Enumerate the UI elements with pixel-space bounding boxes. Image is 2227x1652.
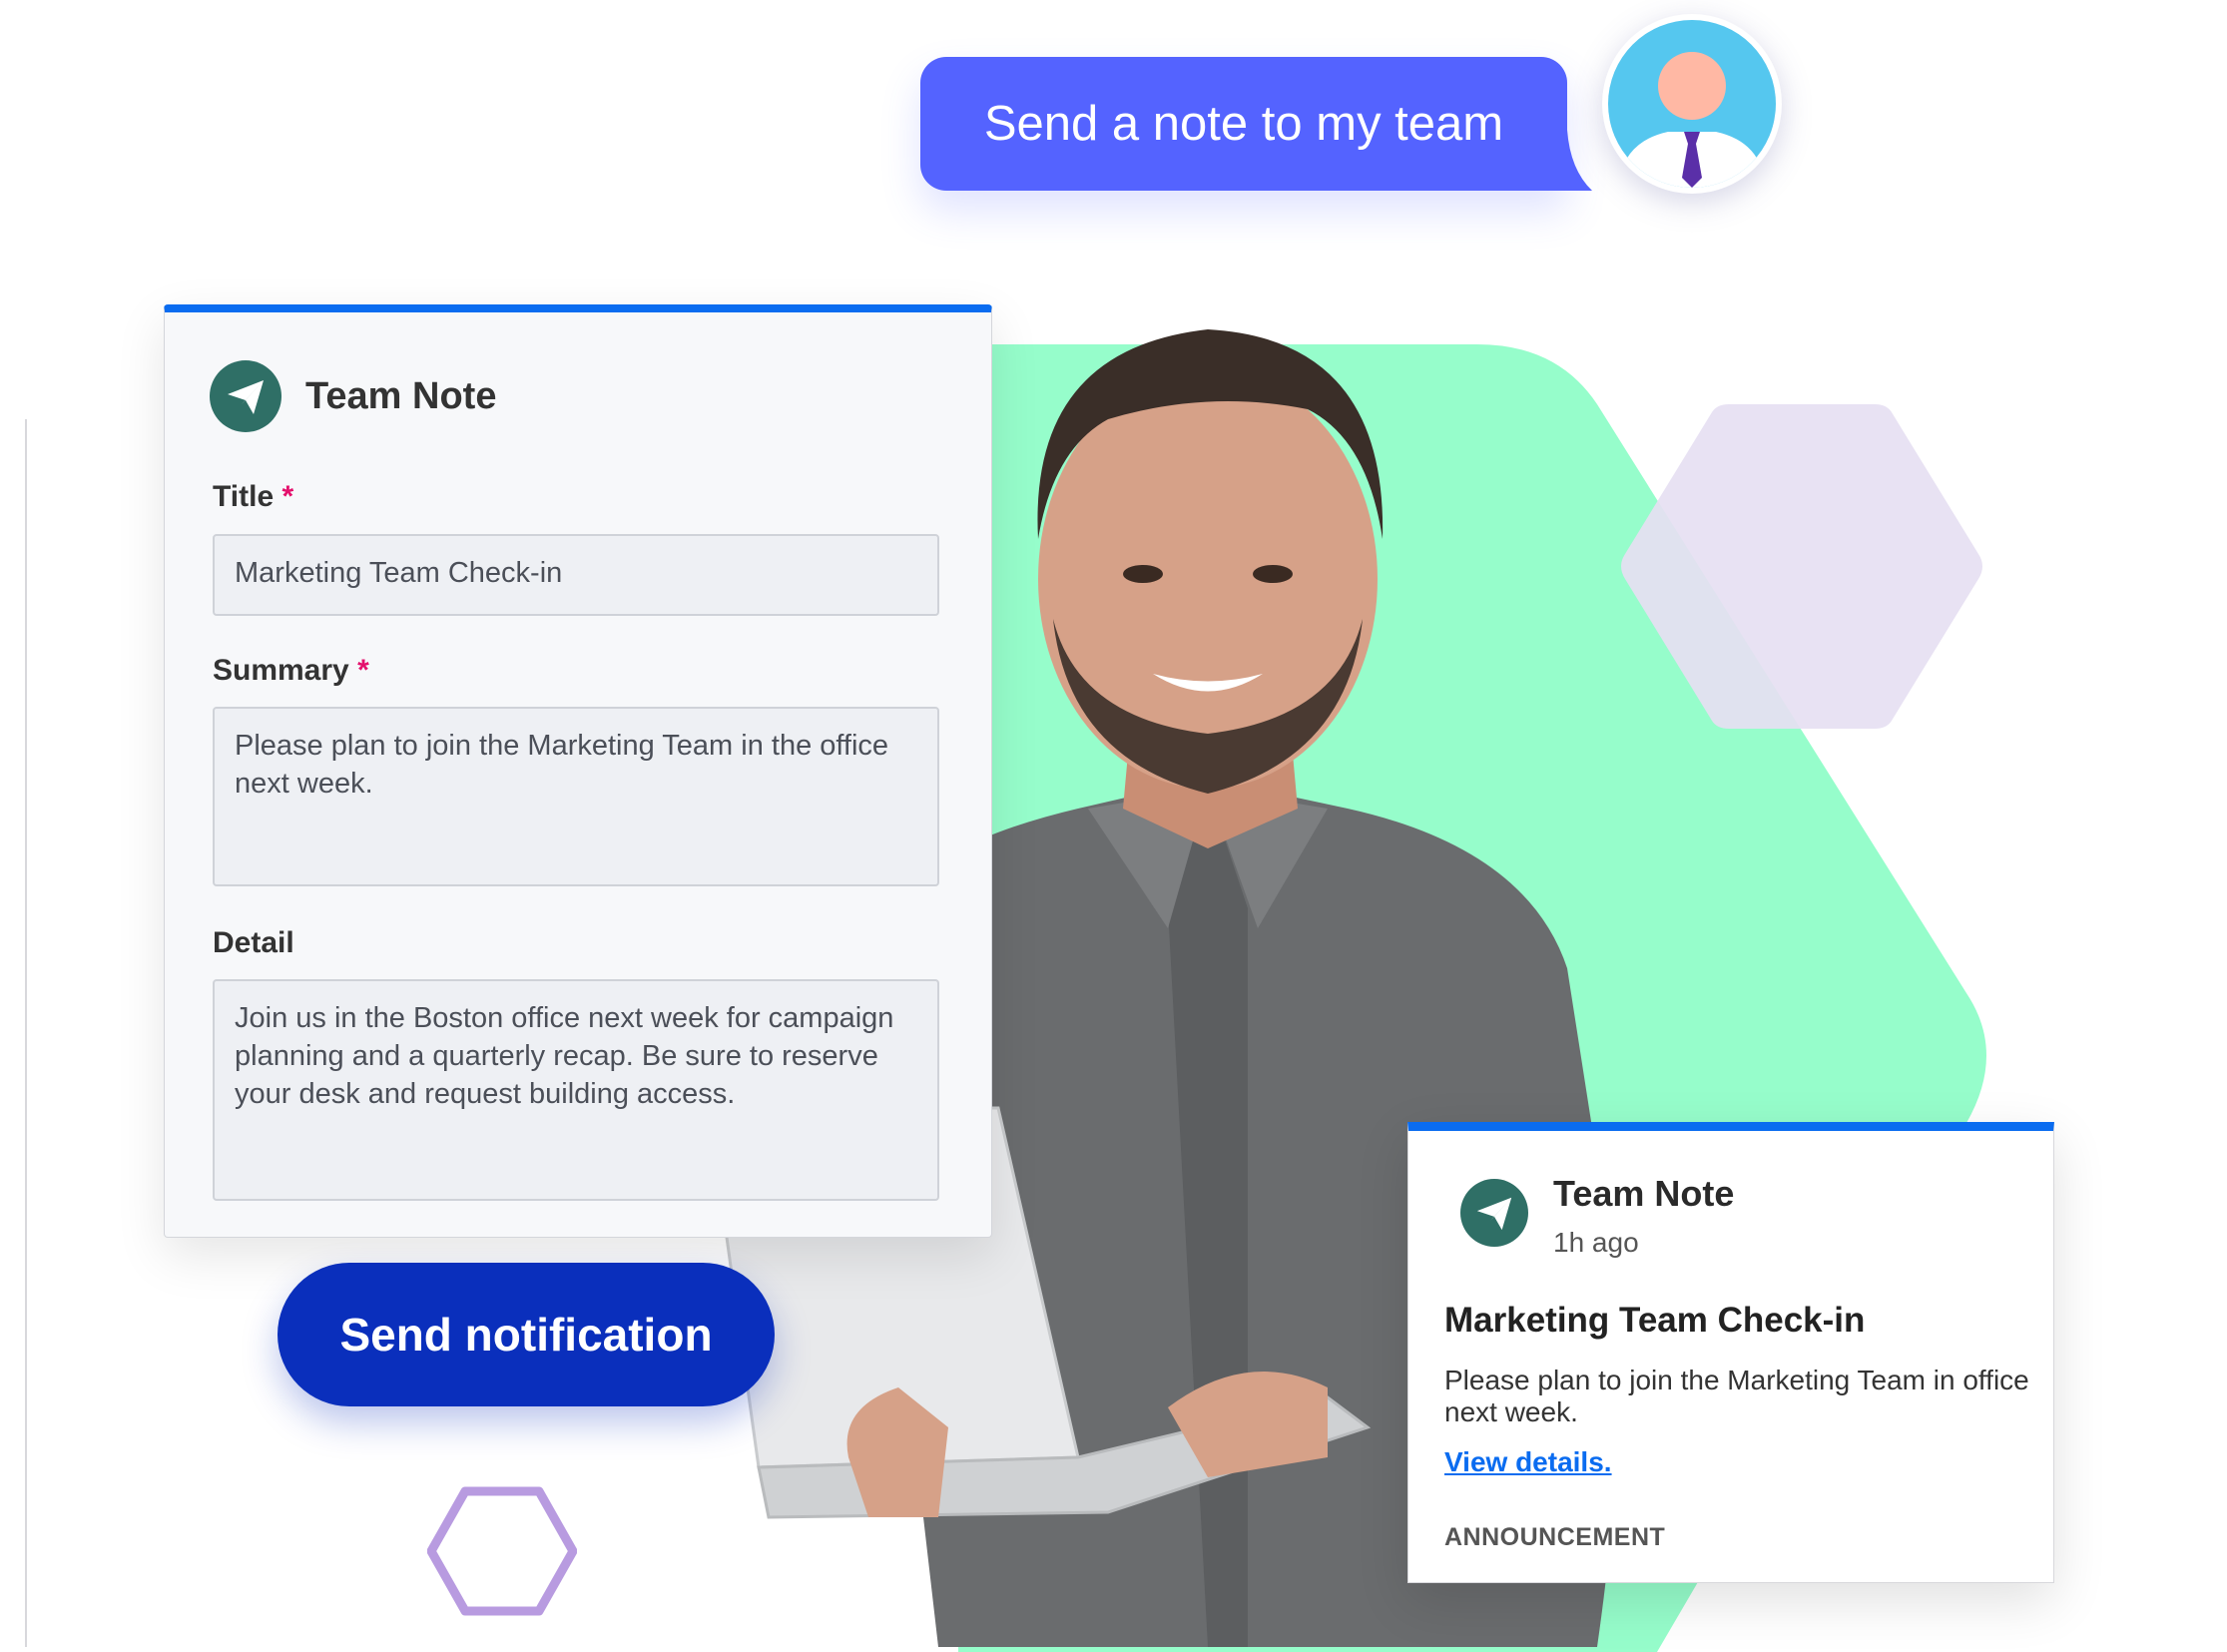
title-input[interactable]: Marketing Team Check-in — [213, 534, 939, 616]
form-header: Team Note — [210, 360, 496, 432]
chat-message-text: Send a note to my team — [983, 97, 1504, 151]
detail-field-label: Detail — [213, 926, 294, 960]
user-avatar — [1602, 14, 1782, 194]
notification-heading: Marketing Team Check-in — [1444, 1301, 1866, 1340]
required-marker: * — [281, 480, 294, 513]
form-title: Team Note — [305, 374, 497, 417]
summary-label-text: Summary — [213, 654, 349, 687]
title-input-value: Marketing Team Check-in — [235, 557, 563, 589]
notification-tag: ANNOUNCEMENT — [1444, 1523, 1666, 1551]
send-notification-button[interactable]: Send notification — [278, 1263, 775, 1406]
title-label-text: Title — [213, 480, 275, 513]
user-avatar-icon — [1608, 20, 1776, 188]
detail-label-text: Detail — [213, 926, 294, 959]
detail-textarea[interactable]: Join us in the Boston office next week f… — [213, 979, 939, 1201]
notification-app-name: Team Note — [1553, 1173, 1735, 1214]
bubble-tail — [1542, 130, 1592, 191]
title-field-label: Title * — [213, 480, 293, 514]
chat-message-bubble: Send a note to my team — [920, 57, 1567, 191]
send-notification-label: Send notification — [339, 1309, 713, 1361]
notification-timestamp: 1h ago — [1553, 1227, 1639, 1258]
outline-hexagon-shape — [427, 1486, 577, 1616]
team-note-form-card: Team Note Title * Marketing Team Check-i… — [164, 304, 992, 1238]
detail-textarea-value: Join us in the Boston office next week f… — [235, 1002, 894, 1110]
view-details-link[interactable]: View details. — [1444, 1446, 1612, 1478]
required-marker: * — [357, 654, 369, 687]
left-divider-line — [25, 419, 27, 1647]
summary-field-label: Summary * — [213, 654, 369, 688]
paper-plane-icon — [210, 360, 281, 432]
summary-textarea-value: Please plan to join the Marketing Team i… — [235, 730, 889, 800]
summary-textarea[interactable]: Please plan to join the Marketing Team i… — [213, 707, 939, 886]
paper-plane-icon — [1460, 1179, 1528, 1247]
notification-body: Please plan to join the Marketing Team i… — [1444, 1365, 2029, 1427]
notification-card[interactable]: Team Note 1h ago Marketing Team Check-in… — [1407, 1122, 2054, 1583]
